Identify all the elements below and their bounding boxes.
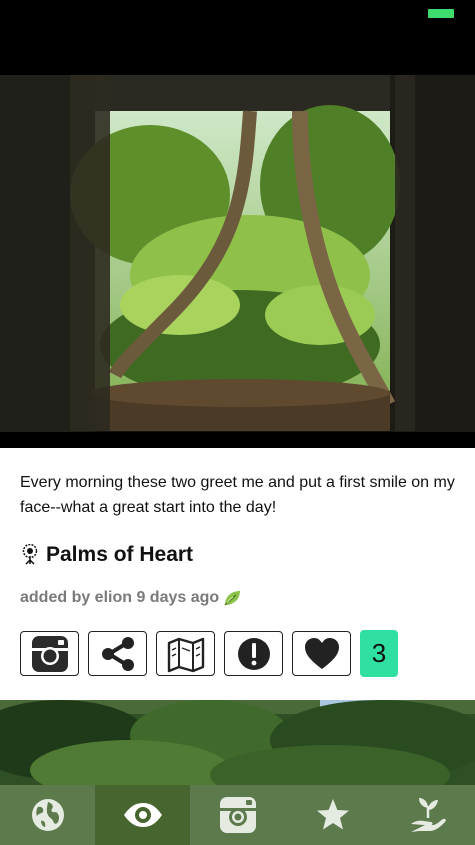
instagram-button[interactable]	[20, 631, 79, 676]
added-row: added by elion 9 days ago	[20, 586, 242, 610]
map-button[interactable]	[156, 631, 215, 676]
title-row: Palms of Heart	[20, 540, 193, 570]
tab-bar	[0, 785, 475, 845]
report-icon	[237, 637, 270, 670]
map-icon	[167, 637, 204, 672]
post-caption: Every morning these two greet me and put…	[20, 474, 455, 516]
like-count-badge[interactable]: 3	[360, 630, 398, 677]
globe-icon	[31, 799, 64, 831]
tree-icon	[22, 544, 38, 565]
tab-explore[interactable]	[0, 785, 95, 845]
instagram-icon	[31, 635, 68, 672]
tab-favorites[interactable]	[285, 785, 380, 845]
post-title[interactable]: Palms of Heart	[46, 543, 193, 567]
action-bar: 3	[20, 630, 398, 677]
report-button[interactable]	[224, 631, 283, 676]
like-button[interactable]	[292, 631, 351, 676]
tab-contribute[interactable]	[380, 785, 475, 845]
photo-letterbox	[0, 432, 475, 448]
status-bar	[0, 0, 475, 75]
camera-icon	[219, 797, 256, 833]
tab-camera[interactable]	[190, 785, 285, 845]
leaf-icon	[224, 591, 241, 606]
next-photo-illustration	[0, 700, 475, 790]
share-button[interactable]	[88, 631, 147, 676]
star-icon	[316, 799, 349, 830]
tab-watch[interactable]	[95, 785, 190, 845]
share-icon	[101, 636, 134, 671]
added-by-text[interactable]: added by elion 9 days ago	[20, 589, 219, 607]
heart-icon	[304, 637, 339, 669]
post-photo[interactable]	[0, 75, 475, 448]
photo-illustration	[0, 75, 475, 448]
next-post-photo[interactable]	[0, 700, 475, 790]
eye-icon	[123, 803, 162, 827]
battery-icon	[428, 9, 454, 18]
plant-in-hand-icon	[410, 798, 446, 832]
